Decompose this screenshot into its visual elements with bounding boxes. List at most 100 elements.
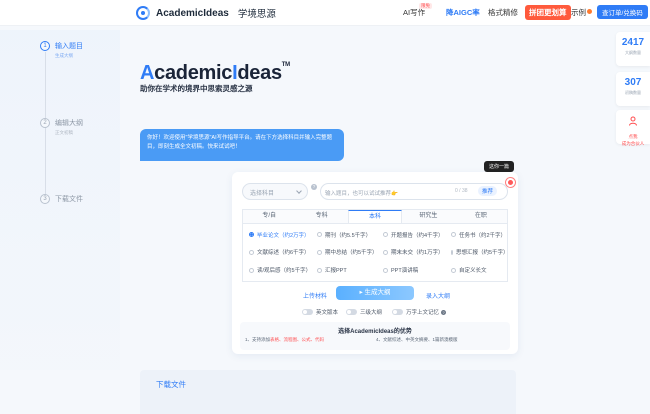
recommend-button[interactable]: 推荐 — [478, 186, 498, 196]
step-edit-outline[interactable]: 2 编辑大纲 正文初稿 — [40, 118, 83, 136]
tab-3[interactable]: 研究生 — [402, 210, 454, 223]
logo-text: AcademicIdeas — [156, 7, 229, 19]
invite-label-2: 成为合伙人 — [621, 141, 645, 146]
radio-icon — [317, 267, 322, 273]
nav-reduce-aigc[interactable]: 降AIGC率 — [446, 7, 480, 18]
step-subtitle: 生成大纲 — [55, 53, 73, 58]
tab-4[interactable]: 在职 — [455, 210, 507, 223]
radio-icon — [451, 249, 453, 255]
option-label: 自定义长文 — [459, 268, 487, 275]
step-input-topic[interactable]: 1 输入题目 生成大纲 — [40, 41, 83, 59]
generate-outline-button[interactable]: ▸ 生成大纲 — [336, 286, 414, 300]
tab-2[interactable]: 本科 — [347, 210, 403, 223]
logo-cn-text: 学境思源 — [237, 9, 276, 20]
paper-type-option[interactable]: 期中总结（约5千字） — [317, 246, 383, 259]
subject-select-value: 选择科目 — [250, 191, 275, 197]
option-label: 期中总结（约5千字） — [325, 250, 378, 257]
paper-type-option[interactable]: PPT演讲稿 — [383, 264, 451, 277]
top-header: AcademicIdeas 学境思源 AI写作 限免 降AIGC率 格式精修 拼… — [0, 0, 650, 26]
subject-select[interactable]: 选择科目 — [242, 183, 308, 200]
paper-type-option[interactable]: 任务书（约2千字） — [451, 228, 507, 241]
step-number: 2 — [40, 118, 50, 128]
paper-type-option[interactable]: 文献综述（约6千字） — [249, 246, 317, 259]
hero-title-a: A — [140, 62, 155, 84]
fire-icon — [587, 9, 592, 14]
orders-button[interactable]: 查订单/兑换码 — [597, 5, 648, 19]
switch-icon — [392, 309, 403, 315]
option-label: 毕业论文（约2万字） — [257, 232, 310, 239]
toggle-memory[interactable]: 万字上文记忆? — [392, 308, 447, 316]
stat-outlines: 2417 大纲数量 — [616, 32, 650, 66]
upload-material-button[interactable]: 上传材料 — [303, 291, 327, 300]
logo-mark-icon — [136, 6, 150, 20]
stat-number: 307 — [624, 77, 642, 88]
paper-type-option[interactable]: 期刊（约5.5千字） — [317, 228, 383, 241]
topic-char-count: 0 / 38 — [455, 188, 468, 194]
hero-title-end: deas — [237, 62, 282, 84]
option-label: 开题报告（约4千字） — [391, 232, 444, 239]
radio-icon — [249, 267, 254, 273]
download-section: 下载文件 — [140, 370, 516, 414]
radio-icon — [317, 232, 322, 238]
stat-label: 大纲数量 — [625, 50, 641, 55]
option-label: 文献综述（约6千字） — [257, 250, 310, 257]
notification-dot-icon[interactable] — [506, 178, 515, 187]
tab-0[interactable]: 专/自 — [243, 210, 295, 223]
hero-subtitle: 助你在学术的境界中思索灵感之源 — [140, 84, 253, 93]
advantages-panel: 选择AcademicIdeas的优势 1、支持添加表格、流程图、公式、代码 4、… — [240, 322, 510, 350]
radio-icon — [451, 267, 456, 273]
paper-type-option[interactable]: 自定义长文 — [451, 264, 507, 277]
step-number: 1 — [40, 41, 50, 51]
radio-icon — [249, 249, 254, 255]
enter-outline-button[interactable]: 录入大纲 — [426, 291, 450, 300]
option-label: 读/观后感（约5千字） — [257, 268, 312, 275]
invite-label-1: 点我 — [628, 134, 638, 139]
step-number: 3 — [40, 194, 50, 204]
nav-format[interactable]: 格式精修 — [488, 7, 518, 18]
logo[interactable]: AcademicIdeas 学境思源 — [136, 6, 276, 20]
stat-number: 2417 — [621, 37, 645, 48]
toggle-label: 英文版本 — [316, 310, 339, 316]
paper-type-option[interactable]: 读/观后感（约5千字） — [249, 264, 317, 277]
step-download[interactable]: 3 下载文件 — [40, 194, 83, 204]
option-label: 思想汇报（约5千字） — [456, 250, 509, 257]
topic-input-placeholder: 输入题目，也可以试试推荐👉 — [325, 191, 398, 197]
paper-type-option[interactable]: 思想汇报（约5千字） — [451, 246, 509, 259]
paper-type-option[interactable]: 汇报PPT — [317, 264, 383, 277]
option-label: 任务书（约2千字） — [459, 232, 507, 239]
toggle-english[interactable]: 英文版本 — [302, 308, 338, 316]
radio-icon — [451, 232, 456, 238]
option-label: 期末未交（约1万字） — [391, 250, 444, 257]
welcome-bubble: 你好！欢迎使用"学境思源"AI写作指导平台。请在下方选择科目并输入完整题目，即刻… — [140, 129, 344, 161]
toggle-three-level[interactable]: 三级大纲 — [346, 308, 382, 316]
free-badge: 限免 — [419, 3, 432, 9]
switch-icon — [346, 309, 357, 315]
radio-icon — [249, 232, 254, 238]
help-icon[interactable]: ? — [311, 184, 317, 190]
advantage-item: 4、文献综述、中英文摘要、1篇新澳模版 — [376, 337, 458, 342]
paper-type-option[interactable]: 期末未交（约1万字） — [383, 246, 451, 259]
paper-type-option[interactable]: 毕业论文（约2万字） — [249, 228, 317, 241]
nav-group-buy-button[interactable]: 拼团更划算 — [525, 5, 571, 20]
radio-icon — [383, 267, 388, 273]
nav-example[interactable]: 示例 — [571, 7, 586, 18]
stat-drafts: 307 初稿数量 — [616, 72, 650, 106]
toggle-label: 三级大纲 — [360, 310, 383, 316]
tab-1[interactable]: 专科 — [295, 210, 347, 223]
step-title: 输入题目 — [55, 43, 83, 50]
hero-title: AcademicIdeasTM — [140, 62, 290, 85]
generate-outline-label: 生成大纲 — [364, 289, 391, 296]
radio-icon — [317, 249, 322, 255]
radio-icon — [383, 232, 388, 238]
stat-label: 初稿数量 — [625, 90, 641, 95]
paper-type-option[interactable]: 开题报告（约4千字） — [383, 228, 451, 241]
invite-partner-button[interactable]: 点我 成为合伙人 — [616, 110, 650, 146]
advantages-title: 选择AcademicIdeas的优势 — [338, 329, 412, 335]
person-icon — [629, 116, 637, 126]
advantage-prefix: 1、支持添加 — [245, 337, 271, 342]
help-icon[interactable]: ? — [441, 309, 447, 315]
option-label: PPT演讲稿 — [391, 268, 419, 275]
paper-type-options: 毕业论文（约2万字） 期刊（约5.5千字） 开题报告（约4千字） 任务书（约2千字） 文… — [242, 224, 509, 282]
step-title: 编辑大纲 — [55, 120, 83, 127]
advantage-item: 1、支持添加表格、流程图、公式、代码 — [245, 337, 324, 343]
